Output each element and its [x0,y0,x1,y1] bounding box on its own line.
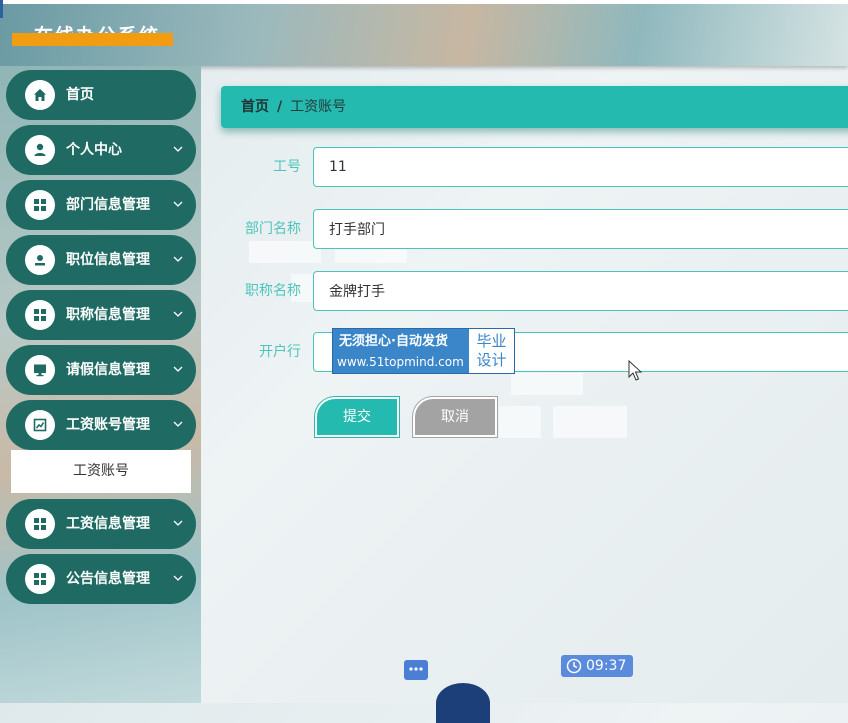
corner-marker [0,0,3,18]
cancel-button[interactable]: 取消 [413,397,497,437]
sidebar-item-label: 职称信息管理 [66,307,150,323]
sidebar-item-title[interactable]: 职称信息管理 [6,290,196,340]
chevron-down-icon [173,146,183,152]
sidebar-item-notice[interactable]: 公告信息管理 [6,554,196,604]
sidebar-item-label: 工资信息管理 [66,516,150,532]
sidebar-item-label: 公告信息管理 [66,571,150,587]
chevron-down-icon [173,311,183,317]
sidebar-item-profile[interactable]: 个人中心 [6,125,196,175]
top-border [0,0,848,4]
ghost-block [511,373,583,395]
submit-button[interactable]: 提交 [315,397,399,437]
bank-label: 开户行 [259,344,301,360]
main-content: 首页 / 工资账号 工号 部门名称 职称名称 开户行 提交 取消 [201,66,848,703]
sidebar-item-label: 个人中心 [66,142,122,158]
watermark-side-bottom: 设计 [476,351,507,369]
sidebar-item-label: 职位信息管理 [66,252,150,268]
title-input[interactable] [313,271,848,311]
chevron-down-icon [173,201,183,207]
clock-icon [566,658,582,674]
monitor-icon [25,355,55,385]
sidebar: 首页 个人中心 部门信息管理 职位信息管理 职称信息管理 请假信息管理 工资账号… [0,66,201,703]
sidebar-item-department[interactable]: 部门信息管理 [6,180,196,230]
breadcrumb-home[interactable]: 首页 [241,99,269,115]
sidebar-item-leave[interactable]: 请假信息管理 [6,345,196,395]
department-label: 部门名称 [245,221,301,237]
chevron-down-icon [173,520,183,526]
form-row-employee-id: 工号 [201,147,848,187]
chevron-down-icon [173,421,183,427]
grid-icon [25,190,55,220]
breadcrumb-current: 工资账号 [290,99,347,115]
sidebar-item-home[interactable]: 首页 [6,70,196,120]
sidebar-item-label: 部门信息管理 [66,197,150,213]
sidebar-item-position[interactable]: 职位信息管理 [6,235,196,285]
avatar-silhouette [436,683,490,723]
watermark-side: 毕业 设计 [469,329,514,373]
chevron-down-icon [173,256,183,262]
mouse-cursor-icon [628,360,642,381]
sidebar-item-label: 首页 [66,87,94,103]
sidebar-item-label: 工资账号管理 [66,417,150,433]
sidebar-item-label: 请假信息管理 [66,362,150,378]
watermark-text: 无须担心·自动发货 www.51topmind.com [333,329,468,373]
chat-icon[interactable] [404,660,428,680]
grid-icon [25,300,55,330]
breadcrumb-separator: / [277,99,283,115]
breadcrumb: 首页 / 工资账号 [221,86,848,128]
chevron-down-icon [173,366,183,372]
grid-icon [25,564,55,594]
person-badge-icon [25,245,55,275]
sidebar-item-salary-info[interactable]: 工资信息管理 [6,499,196,549]
time-text: 09:37 [586,658,627,674]
form-row-department: 部门名称 [201,209,848,249]
sidebar-item-salary-account[interactable]: 工资账号管理 [6,400,196,450]
department-input[interactable] [313,209,848,249]
form-row-title: 职称名称 [201,271,848,311]
chart-icon [25,410,55,440]
title-underline [12,33,173,46]
watermark-line2: www.51topmind.com [337,355,464,369]
employee-id-input[interactable] [313,147,848,187]
submenu-item-salary-account[interactable]: 工资账号 [11,450,191,493]
watermark-badge: 无须担心·自动发货 www.51topmind.com 毕业 设计 [332,328,515,374]
top-header: 在线办公系统 [0,0,848,66]
user-icon [25,135,55,165]
ghost-block [499,406,541,438]
chevron-down-icon [173,575,183,581]
home-icon [25,80,55,110]
ghost-block [553,406,627,438]
watermark-side-top: 毕业 [476,332,507,350]
form-row-bank: 开户行 [201,332,848,372]
employee-id-label: 工号 [273,159,301,175]
grid-icon [25,509,55,539]
title-label: 职称名称 [245,283,301,299]
time-badge: 09:37 [561,655,633,677]
watermark-line1: 无须担心·自动发货 [339,334,448,349]
